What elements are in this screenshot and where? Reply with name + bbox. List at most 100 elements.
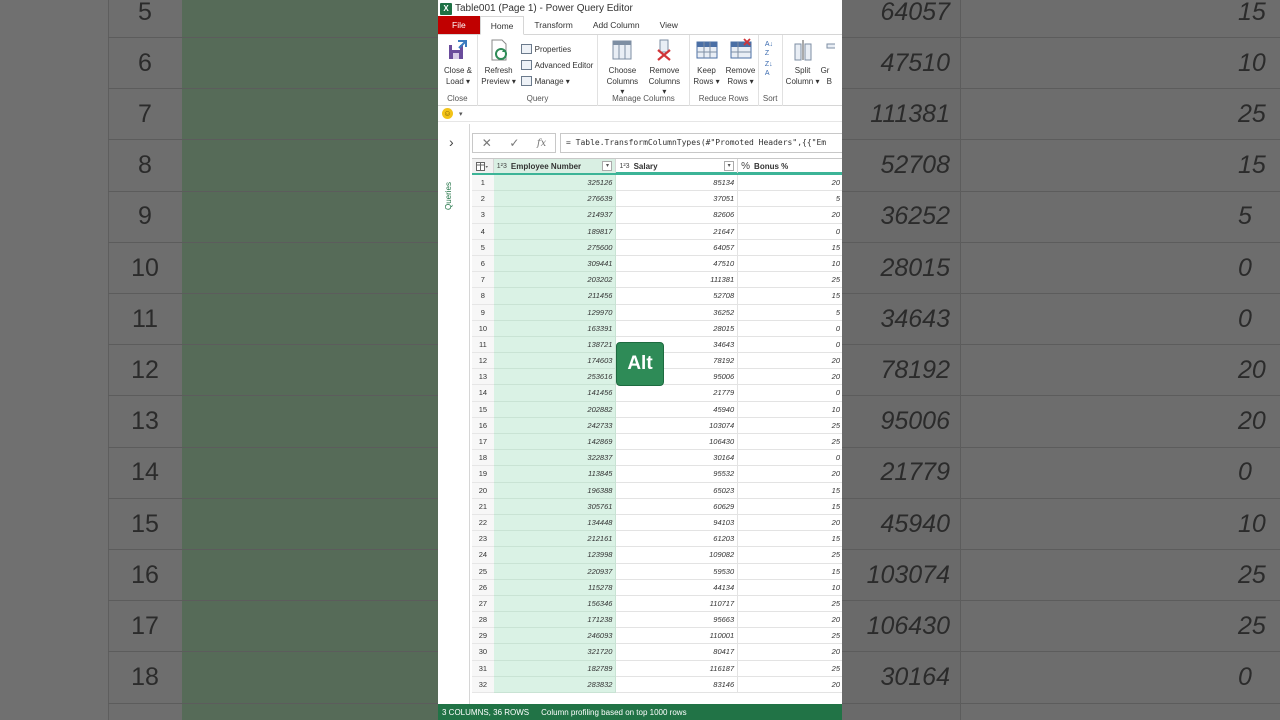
table-cell[interactable]: 110001	[616, 628, 739, 645]
table-cell[interactable]: 142869	[493, 434, 617, 451]
tab-view[interactable]: View	[650, 16, 688, 34]
table-cell[interactable]: 196388	[493, 482, 617, 499]
sort-ascending-icon[interactable]: A↓ Z	[765, 40, 773, 58]
row-number[interactable]: 5	[472, 239, 494, 256]
table-cell[interactable]: 15	[738, 499, 842, 515]
table-cell[interactable]: 15	[738, 288, 842, 305]
row-number[interactable]: 17	[472, 434, 494, 451]
remove-rows-button[interactable]: Remove Rows ▾	[724, 38, 758, 87]
table-cell[interactable]: 0	[738, 337, 842, 354]
table-cell[interactable]: 10	[738, 402, 842, 418]
table-row[interactable]: 21 305761 60629 15	[472, 498, 842, 515]
table-row[interactable]: 17 142869 106430 25	[472, 434, 842, 451]
table-cell[interactable]: 103074	[616, 417, 739, 434]
row-number[interactable]: 22	[472, 514, 494, 532]
table-row[interactable]: 26 115278 44134 10	[472, 579, 842, 596]
row-number[interactable]: 18	[472, 450, 494, 467]
table-cell[interactable]: 94103	[616, 514, 739, 532]
table-cell[interactable]: 111381	[616, 272, 739, 289]
table-cell[interactable]: 220937	[493, 563, 617, 580]
tab-file[interactable]: File	[438, 16, 480, 34]
table-cell[interactable]: 30164	[616, 450, 739, 467]
row-number[interactable]: 4	[472, 223, 494, 240]
table-row[interactable]: 1 325126 85134 20	[472, 175, 842, 192]
table-cell[interactable]: 60629	[616, 498, 739, 515]
table-cell[interactable]: 20	[738, 515, 842, 532]
smiley-feedback-icon[interactable]: ☺	[442, 108, 453, 119]
table-row[interactable]: 18 322837 30164 0	[472, 450, 842, 467]
row-number[interactable]: 11	[472, 336, 494, 354]
table-cell[interactable]: 0	[738, 321, 842, 337]
table-row[interactable]: 25 220937 59530 15	[472, 563, 842, 580]
customize-toolbar-icon[interactable]: ▾	[459, 110, 463, 118]
table-cell[interactable]: 15	[738, 564, 842, 580]
number-type-icon[interactable]: 1²3	[497, 163, 507, 170]
table-cell[interactable]: 0	[738, 385, 842, 402]
cancel-formula-icon[interactable]: ✕	[482, 136, 492, 150]
status-profiling-info[interactable]: Column profiling based on top 1000 rows	[541, 708, 686, 717]
percent-type-icon[interactable]: %	[741, 161, 750, 172]
table-cell[interactable]: 182789	[493, 660, 617, 677]
table-cell[interactable]: 20	[738, 466, 842, 483]
table-cell[interactable]: 138721	[493, 336, 617, 354]
table-cell[interactable]: 61203	[616, 531, 739, 548]
table-cell[interactable]: 15	[738, 483, 842, 499]
table-cell[interactable]: 21647	[616, 223, 739, 240]
table-row[interactable]: 27 156346 110717 25	[472, 595, 842, 613]
table-cell[interactable]: 20	[738, 677, 842, 693]
row-number[interactable]: 10	[472, 320, 494, 337]
choose-columns-button[interactable]: Choose Columns ▾	[604, 38, 640, 98]
column-filter-dropdown-icon[interactable]: ▾	[724, 161, 735, 171]
table-cell[interactable]: 95663	[616, 612, 739, 629]
table-cell[interactable]: 65023	[616, 482, 739, 499]
table-cell[interactable]: 15	[738, 240, 842, 256]
table-cell[interactable]: 20	[738, 644, 842, 661]
column-header-salary[interactable]: 1²3 Salary ▾	[616, 159, 739, 173]
row-number[interactable]: 26	[472, 579, 494, 596]
table-cell[interactable]: 20	[738, 612, 842, 629]
table-cell[interactable]: 163391	[493, 320, 617, 337]
row-number[interactable]: 14	[472, 385, 494, 402]
row-number[interactable]: 1	[472, 175, 494, 192]
row-number[interactable]: 2	[472, 191, 494, 208]
column-header-bonus[interactable]: % Bonus %	[738, 159, 842, 173]
row-number[interactable]: 21	[472, 498, 494, 515]
row-number[interactable]: 16	[472, 417, 494, 434]
table-cell[interactable]: 36252	[616, 304, 739, 321]
row-number[interactable]: 29	[472, 628, 494, 645]
column-header-employee-number[interactable]: 1²3 Employee Number ▾	[493, 159, 617, 173]
table-cell[interactable]: 28015	[616, 320, 739, 337]
table-cell[interactable]: 95532	[616, 466, 739, 483]
table-cell[interactable]: 64057	[616, 239, 739, 256]
table-cell[interactable]: 189817	[493, 223, 617, 240]
table-cell[interactable]: 203202	[493, 272, 617, 289]
table-row[interactable]: 29 246093 110001 25	[472, 628, 842, 645]
table-cell[interactable]: 106430	[616, 434, 739, 451]
table-cell[interactable]: 25	[738, 661, 842, 677]
table-cell[interactable]: 110717	[616, 595, 739, 613]
table-cell[interactable]: 25	[738, 596, 842, 613]
queries-pane-label[interactable]: Queries	[444, 170, 453, 210]
fx-icon[interactable]: fx	[537, 138, 546, 149]
table-cell[interactable]: 10	[738, 256, 842, 273]
refresh-preview-button[interactable]: Refresh Preview ▾	[481, 38, 517, 87]
table-row[interactable]: 5 275600 64057 15	[472, 239, 842, 256]
table-cell[interactable]: 214937	[493, 207, 617, 224]
table-cell[interactable]: 325126	[493, 175, 617, 192]
table-cell[interactable]: 123998	[493, 547, 617, 564]
table-cell[interactable]: 21779	[616, 385, 739, 402]
table-cell[interactable]: 134448	[493, 514, 617, 532]
table-cell[interactable]: 5	[738, 191, 842, 208]
tab-home[interactable]: Home	[479, 16, 525, 35]
table-cell[interactable]: 141456	[493, 385, 617, 402]
sort-descending-icon[interactable]: Z↓ A	[765, 60, 773, 78]
table-cell[interactable]: 44134	[616, 579, 739, 596]
table-row[interactable]: 6 309441 47510 10	[472, 255, 842, 273]
close-load-button[interactable]: Close & Load ▾	[440, 38, 476, 87]
table-cell[interactable]: 212161	[493, 531, 617, 548]
table-cell[interactable]: 37051	[616, 191, 739, 208]
table-cell[interactable]: 25	[738, 547, 842, 564]
table-cell[interactable]: 246093	[493, 628, 617, 645]
row-number[interactable]: 7	[472, 272, 494, 289]
table-row[interactable]: 14 141456 21779 0	[472, 385, 842, 402]
